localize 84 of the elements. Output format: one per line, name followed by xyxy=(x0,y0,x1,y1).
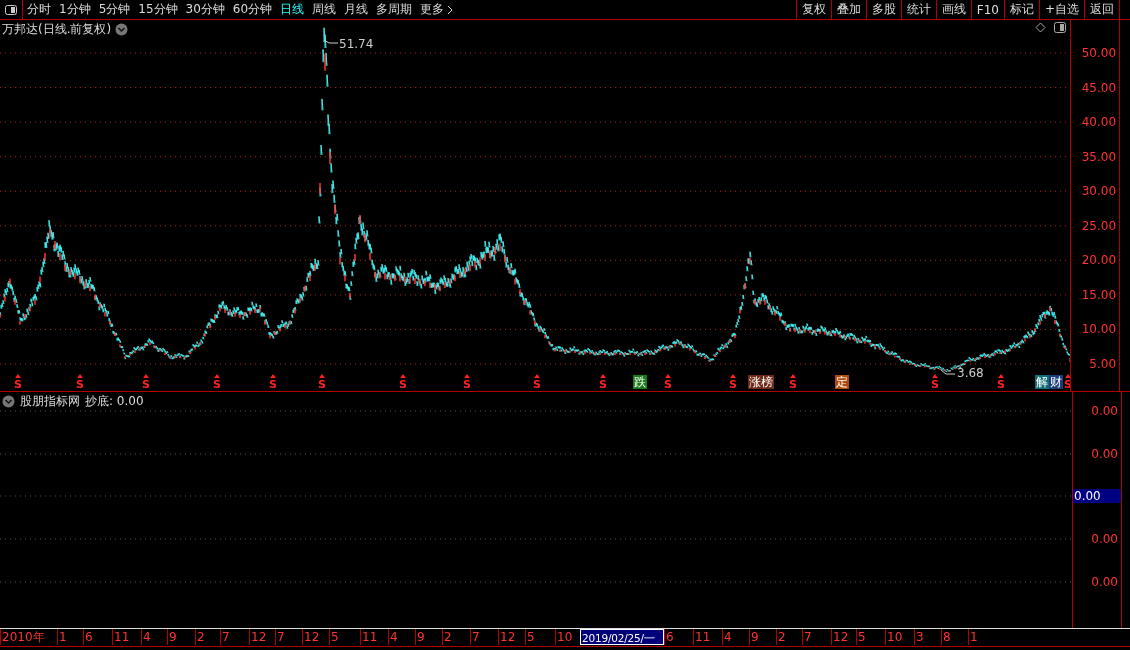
price-axis-label: 25.00 xyxy=(1081,218,1117,233)
time-axis-label: 7 xyxy=(470,629,498,645)
time-axis-label: 4 xyxy=(722,629,749,645)
event-tag: 跌 xyxy=(633,375,647,389)
indicator-axis-label: 0.00 xyxy=(1091,532,1118,546)
period-tab[interactable]: 多周期 xyxy=(372,0,417,19)
time-axis-label: 9 xyxy=(167,629,195,645)
event-tag: 解 xyxy=(1035,375,1049,389)
toolbar-button[interactable]: 统计 xyxy=(900,0,936,19)
time-axis-label: 8 xyxy=(941,629,968,645)
time-axis-label: 5 xyxy=(856,629,885,645)
period-tab[interactable]: 周线 xyxy=(308,0,341,19)
price-axis-label: 10.00 xyxy=(1081,322,1117,337)
time-axis-label: 5 xyxy=(525,629,555,645)
toolbar-button[interactable]: +自选 xyxy=(1038,0,1084,19)
toolbar-button[interactable]: 复权 xyxy=(795,0,831,19)
time-axis-label: 10 xyxy=(885,629,914,645)
chevron-icon xyxy=(447,4,454,15)
time-axis-label: 2 xyxy=(195,629,220,645)
time-axis-label: 6 xyxy=(83,629,112,645)
time-axis-label: 12 xyxy=(302,629,329,645)
indicator-name: 股朋指标网 xyxy=(20,393,80,410)
event-tag: 涨榜 xyxy=(748,375,774,389)
toolbar-button[interactable]: 画线 xyxy=(935,0,971,19)
indicator-axis-label: 0.00 xyxy=(1091,404,1118,418)
period-tab[interactable]: 5分钟 xyxy=(94,0,135,19)
toolbar-button[interactable]: 返回 xyxy=(1084,0,1119,19)
toolbar-button[interactable]: 标记 xyxy=(1003,0,1039,19)
time-axis-label: 12 xyxy=(249,629,275,645)
price-axis-label: 30.00 xyxy=(1081,184,1117,199)
diamond-icon[interactable] xyxy=(1035,22,1047,33)
period-tab[interactable]: 15分钟 xyxy=(134,0,182,19)
low-price-label: 3.68 xyxy=(957,366,984,380)
indicator-axis-label: 0.00 xyxy=(1073,489,1121,503)
price-axis-label: 50.00 xyxy=(1081,46,1117,61)
toolbar-button[interactable]: 多股 xyxy=(865,0,901,19)
time-axis-label: 12 xyxy=(831,629,856,645)
time-axis-label: 3 xyxy=(914,629,941,645)
time-axis-label: 11 xyxy=(360,629,388,645)
time-axis-label: 4 xyxy=(388,629,415,645)
price-axis-label: 40.00 xyxy=(1081,115,1117,130)
price-axis-label: 20.00 xyxy=(1081,253,1117,268)
time-axis-label: 11 xyxy=(112,629,141,645)
time-axis-label: 11 xyxy=(693,629,722,645)
period-tab[interactable]: 1分钟 xyxy=(55,0,95,19)
time-axis-label: 1 xyxy=(968,629,978,645)
time-axis-label: 9 xyxy=(749,629,776,645)
event-tag: 财 xyxy=(1049,375,1063,389)
dropdown-icon[interactable] xyxy=(115,23,129,36)
period-tab[interactable]: 更多 xyxy=(416,0,458,19)
indicator-reading: 抄底: 0.00 xyxy=(85,393,144,410)
time-axis-label: 5 xyxy=(329,629,360,645)
indicator-axis-label: 0.00 xyxy=(1091,447,1118,461)
dropdown-icon[interactable] xyxy=(2,395,15,408)
toolbar-button[interactable]: F10 xyxy=(970,0,1004,19)
time-axis-label: 6 xyxy=(664,629,693,645)
high-price-label: 51.74 xyxy=(339,37,374,51)
price-axis-label: 35.00 xyxy=(1081,149,1117,164)
time-axis-label: 2 xyxy=(442,629,470,645)
leader-line xyxy=(323,39,339,45)
chart-title: 万邦达(日线.前复权) xyxy=(2,21,112,38)
time-axis-label: 2019/02/25/一 xyxy=(580,629,664,645)
period-tab[interactable]: 30分钟 xyxy=(181,0,229,19)
event-tag: 定 xyxy=(835,375,849,389)
time-axis-label: 7 xyxy=(275,629,302,645)
period-tab[interactable]: 60分钟 xyxy=(228,0,277,19)
period-tab[interactable]: 月线 xyxy=(340,0,373,19)
time-axis-label: 4 xyxy=(141,629,167,645)
time-axis-label: 7 xyxy=(220,629,249,645)
time-axis-label: 2 xyxy=(776,629,802,645)
time-axis-label: 12 xyxy=(498,629,525,645)
toolbar-button[interactable]: 叠加 xyxy=(830,0,866,19)
panel-toggle-icon[interactable] xyxy=(1054,22,1067,33)
time-axis-label: 9 xyxy=(415,629,442,645)
period-tab[interactable]: 分时 xyxy=(23,0,55,19)
price-axis-label: 45.00 xyxy=(1081,80,1117,95)
price-axis-label: 15.00 xyxy=(1081,287,1117,302)
period-tab[interactable]: 日线 xyxy=(276,0,309,19)
leader-line xyxy=(940,369,956,375)
price-axis-label: 5.00 xyxy=(1089,357,1117,371)
time-axis-label: 1 xyxy=(57,629,83,645)
time-axis-label: 7 xyxy=(802,629,831,645)
indicator-axis-label: 0.00 xyxy=(1091,575,1118,589)
time-axis-label: 2010年 xyxy=(0,629,57,645)
